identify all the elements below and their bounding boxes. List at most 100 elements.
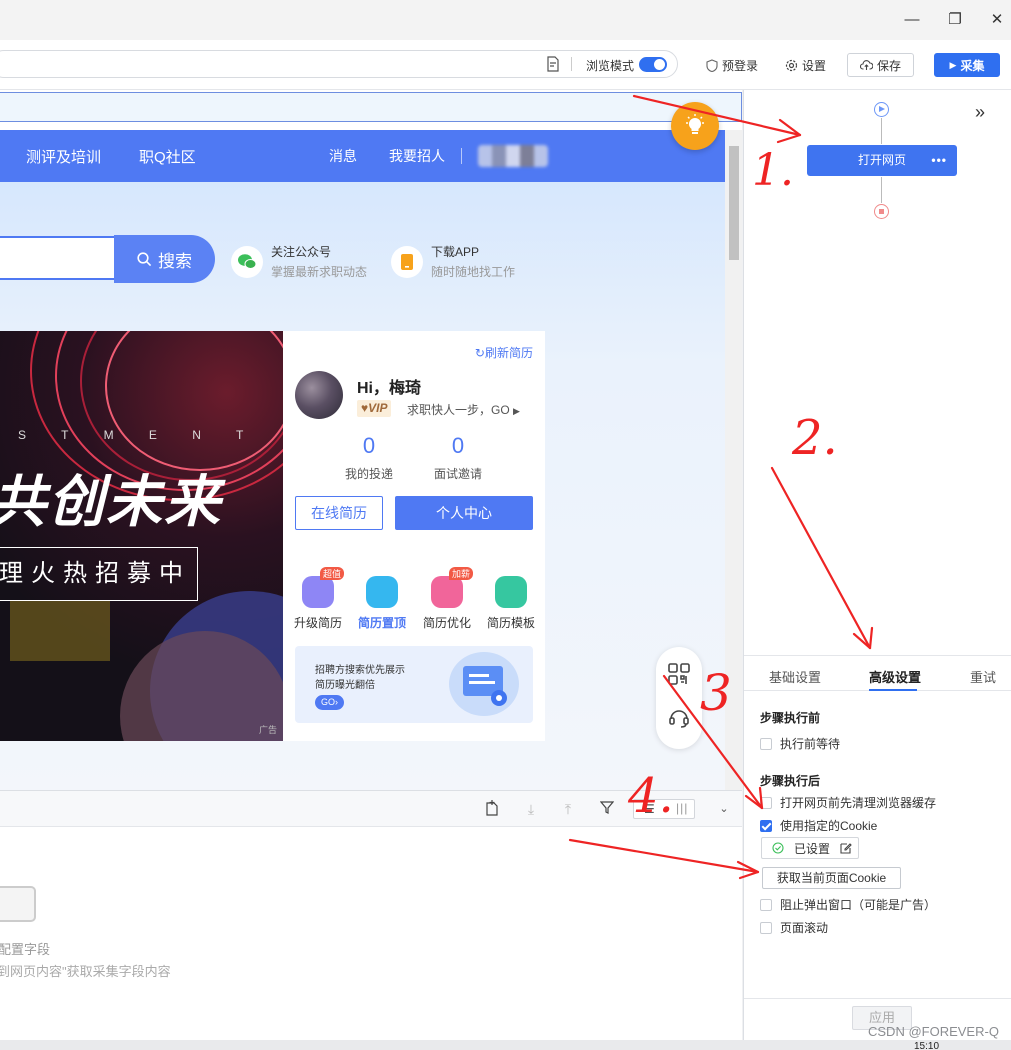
avatar[interactable] [295,371,343,419]
floating-tools [656,647,702,749]
option-block-popup[interactable]: 阻止弹出窗口（可能是广告） [760,896,936,913]
empty-state-title: 配置字段 [0,942,51,957]
lightbulb-tip-button[interactable] [671,102,719,150]
add-field-icon[interactable] [483,800,501,818]
qr-code-icon[interactable] [668,663,690,685]
option-clear-cache[interactable]: 打开网页前先清理浏览器缓存 [760,794,936,811]
nav-messages[interactable]: 消息 [329,146,357,166]
download-icon[interactable]: ⤓ [522,800,540,818]
feature-resume-template[interactable]: 简历模板 [481,576,541,631]
tab-advanced-settings[interactable]: 高级设置 [869,667,921,686]
title-bar: — ❐ ✕ [0,0,1011,40]
nav-divider [461,148,462,164]
flow-connector [881,118,882,144]
url-bar-divider [571,57,572,71]
promo-wechat[interactable]: 关注公众号 掌握最新求职动态 [231,243,367,280]
empty-state-hint: 到网页内容"获取采集字段内容 [0,964,171,979]
promo-app-subtitle: 随时随地找工作 [431,265,516,279]
embedded-browser[interactable]: 测评及培训 职Q社区 消息 我要招人 搜索 关注公众号 掌握最新求职动态 下载A… [0,90,742,790]
nav-community[interactable]: 职Q社区 [139,146,196,167]
browse-mode-toggle[interactable] [639,57,667,72]
expand-down-icon[interactable]: ⌄ [715,800,733,818]
feature-upgrade-resume[interactable]: 超值 升级简历 [288,567,348,631]
applications-count[interactable]: 0 [339,433,399,459]
personal-center-button[interactable]: 个人中心 [395,496,533,530]
document-edit-icon[interactable] [546,56,560,72]
page-scroll-label: 页面滚动 [780,921,829,935]
resume-exposure-promo[interactable]: 招聘方搜索优先展示 简历曝光翻倍 GO› [295,646,533,723]
cookie-status[interactable]: 已设置 [761,837,859,859]
promo-go-button[interactable]: GO› [315,695,344,710]
caret-right-icon: ▶ [513,406,520,416]
ad-banner[interactable]: S T M E N T 共创未来 理火热招募中 广告 [0,331,283,741]
vip-badge[interactable]: ♥VIP [357,400,392,417]
pre-login-label: 预登录 [722,59,759,73]
job-search-input[interactable] [0,236,118,280]
save-button[interactable]: 保存 [847,53,914,77]
active-tab-indicator [869,689,917,691]
tab-retry[interactable]: 重试 [970,667,996,686]
feature-resume-optimize[interactable]: 加薪 简历优化 [417,567,477,631]
upload-icon[interactable]: ⤒ [559,800,577,818]
restore-button[interactable]: ❐ [942,8,968,32]
promo-app-title: 下载APP [431,245,480,259]
blurred-username[interactable] [478,145,548,167]
data-panel-toolbar: ⤓ ⤒ ☰ ||| ⌄ [0,791,742,827]
pre-login-button[interactable]: 预登录 [706,57,758,74]
clear-cache-label: 打开网页前先清理浏览器缓存 [780,796,937,810]
list-view-icon[interactable]: ☰ [644,802,655,816]
use-cookie-checkbox[interactable] [760,819,772,832]
interviews-count[interactable]: 0 [428,433,488,459]
column-view-icon[interactable]: ||| [676,801,688,815]
flow-connector [881,177,882,203]
filter-icon[interactable] [598,800,616,818]
wait-before-checkbox[interactable] [760,737,772,750]
promo-app[interactable]: 下载APP 随时随地找工作 [391,243,515,280]
nav-recruit[interactable]: 我要招人 [389,146,445,166]
more-options-icon[interactable]: ••• [931,145,947,176]
minimize-button[interactable]: — [899,8,925,32]
lightbulb-icon [686,114,704,134]
feature-label: 升级简历 [293,616,342,630]
page-scrollbar-thumb[interactable] [729,146,739,260]
search-icon [137,251,152,266]
get-current-cookie-button[interactable]: 获取当前页面Cookie [762,867,901,889]
collect-button[interactable]: ▶ 采集 [934,53,1000,77]
option-wait-before[interactable]: 执行前等待 [760,735,840,752]
flow-start-icon[interactable] [874,102,889,117]
block-popup-checkbox[interactable] [760,898,772,911]
url-bar[interactable]: 浏览模式 [0,50,678,78]
site-navbar: 测评及培训 职Q社区 消息 我要招人 [0,130,725,182]
vip-tagline-label: 求职快人一步，GO [407,403,510,417]
online-resume-button[interactable]: 在线简历 [295,496,383,530]
page-scroll-checkbox[interactable] [760,921,772,934]
customer-service-icon[interactable] [668,707,690,729]
collapse-panel-icon[interactable]: » [975,102,985,123]
edit-icon[interactable] [840,842,852,854]
wait-before-label: 执行前等待 [780,737,841,751]
close-button[interactable]: ✕ [984,8,1010,32]
clear-cache-checkbox[interactable] [760,796,772,809]
browse-mode-label: 浏览模式 [586,59,635,73]
nav-assessment-training[interactable]: 测评及培训 [26,146,101,167]
refresh-resume-label: 刷新简历 [484,346,533,360]
option-page-scroll[interactable]: 页面滚动 [760,919,828,936]
option-use-cookie[interactable]: 使用指定的Cookie [760,817,877,834]
tab-basic-settings[interactable]: 基础设置 [769,667,821,686]
vip-tagline[interactable]: 求职快人一步，GO ▶ [407,401,520,418]
banner-decoration [10,601,110,661]
save-label: 保存 [876,58,901,73]
refresh-resume-link[interactable]: ↻刷新简历 [475,344,533,361]
settings-button[interactable]: 设置 [785,57,826,74]
after-step-title: 步骤执行后 [760,774,821,788]
phone-app-icon [391,245,423,278]
resume-top-icon [366,576,398,608]
before-step-title: 步骤执行前 [760,711,821,725]
resume-illustration-icon [449,652,519,716]
feature-resume-top[interactable]: 简历置顶 [352,576,412,631]
flow-node-open-page[interactable]: 打开网页 ••• [807,145,957,176]
shield-icon [706,59,718,72]
flow-end-icon[interactable] [874,204,889,219]
search-button[interactable]: 搜索 [114,235,215,283]
view-switch[interactable]: ☰ ||| [633,799,695,819]
